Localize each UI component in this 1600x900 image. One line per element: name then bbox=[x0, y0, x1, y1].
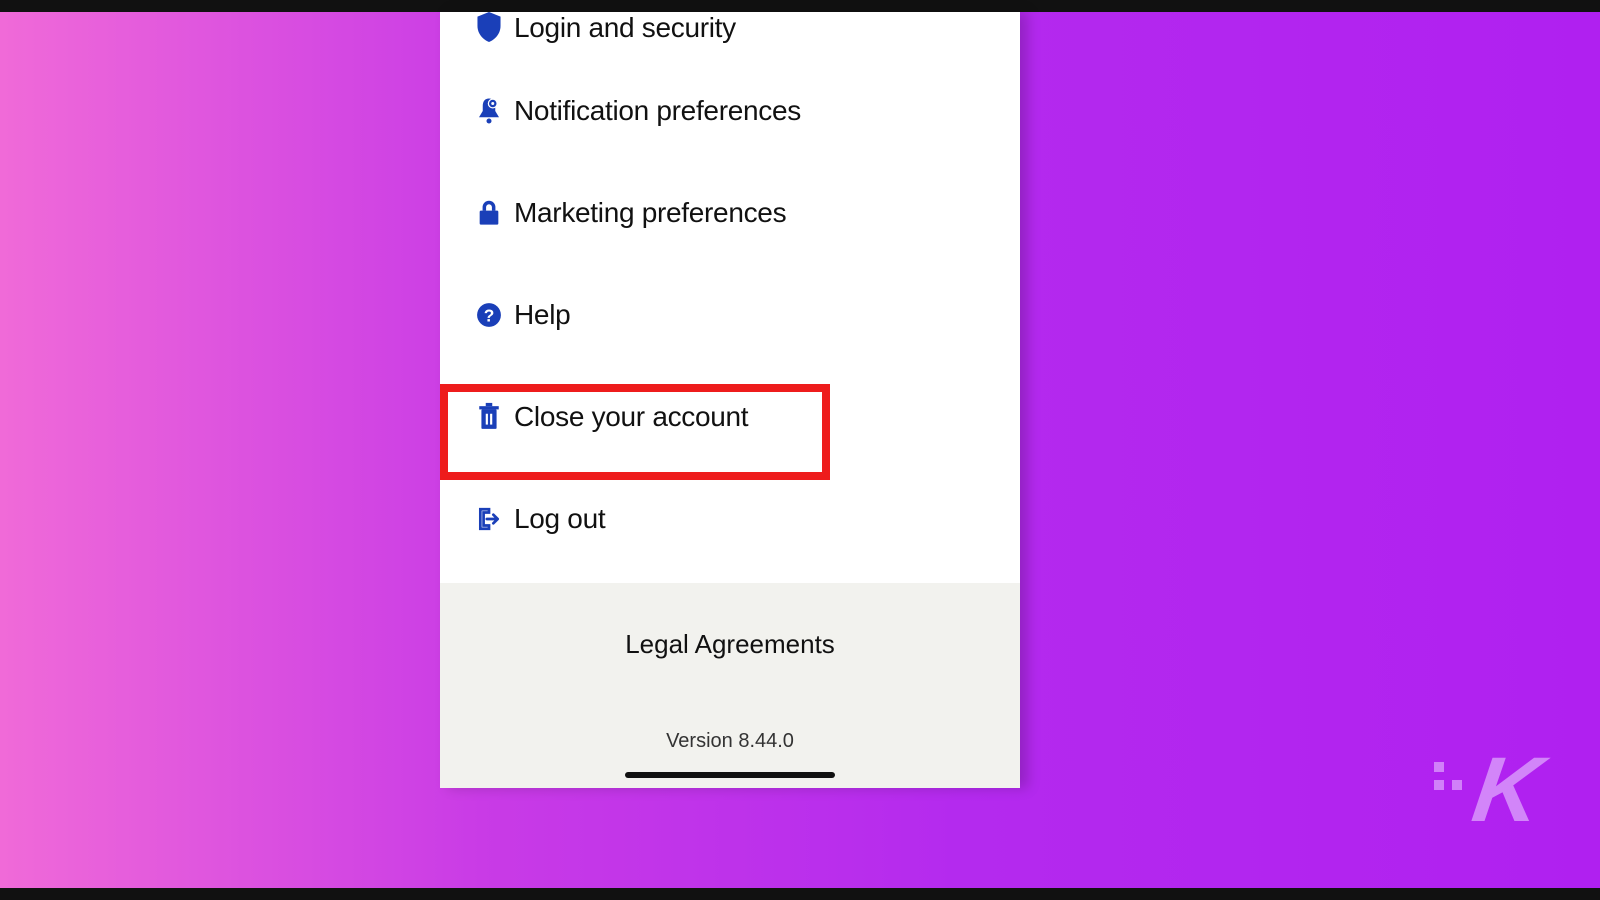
settings-menu: Login and security Notification preferen… bbox=[440, 12, 1020, 570]
watermark-dots bbox=[1434, 762, 1462, 790]
menu-item-marketing-preferences[interactable]: Marketing preferences bbox=[440, 162, 1020, 264]
trash-icon bbox=[464, 402, 514, 432]
shield-icon bbox=[464, 12, 514, 42]
background-gradient: Login and security Notification preferen… bbox=[0, 0, 1600, 900]
menu-item-label: Close your account bbox=[514, 401, 748, 433]
logout-icon bbox=[464, 506, 514, 532]
svg-text:?: ? bbox=[484, 306, 495, 326]
menu-item-label: Login and security bbox=[514, 12, 736, 44]
menu-item-logout[interactable]: Log out bbox=[440, 468, 1020, 570]
menu-item-login-security[interactable]: Login and security bbox=[440, 12, 1020, 60]
home-indicator[interactable] bbox=[625, 772, 835, 778]
menu-item-close-account[interactable]: Close your account bbox=[440, 366, 1020, 468]
menu-item-label: Help bbox=[514, 299, 570, 331]
watermark-letter: K bbox=[1468, 754, 1545, 828]
help-circle-icon: ? bbox=[464, 302, 514, 328]
menu-item-label: Notification preferences bbox=[514, 95, 801, 127]
menu-item-label: Log out bbox=[514, 503, 605, 535]
lock-icon bbox=[464, 199, 514, 227]
phone-screen: Login and security Notification preferen… bbox=[440, 12, 1020, 788]
menu-item-label: Marketing preferences bbox=[514, 197, 786, 229]
legal-agreements-link[interactable]: Legal Agreements bbox=[625, 629, 835, 660]
bell-gear-icon bbox=[464, 96, 514, 126]
menu-item-help[interactable]: ? Help bbox=[440, 264, 1020, 366]
settings-footer: Legal Agreements Version 8.44.0 bbox=[440, 583, 1020, 788]
app-version-label: Version 8.44.0 bbox=[666, 730, 794, 753]
menu-item-notification-preferences[interactable]: Notification preferences bbox=[440, 60, 1020, 162]
watermark-logo: K bbox=[1434, 754, 1540, 828]
